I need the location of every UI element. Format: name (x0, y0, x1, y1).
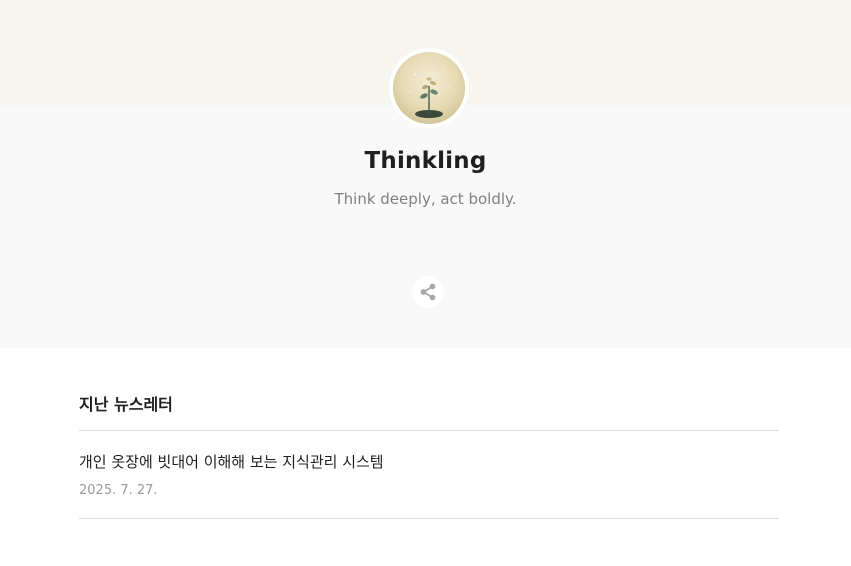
newsletter-link[interactable]: 개인 옷장에 빗대어 이해해 보는 지식관리 시스템 (79, 451, 384, 472)
share-button[interactable] (412, 276, 444, 308)
page: Thinkling Think deeply, act boldly. 지난 뉴… (0, 0, 851, 566)
avatar (389, 48, 469, 128)
sprout-icon (393, 52, 465, 124)
divider (79, 430, 779, 431)
divider (79, 518, 779, 519)
share-icon (420, 283, 436, 301)
newsletter-date: 2025. 7. 27. (79, 483, 158, 498)
section-heading: 지난 뉴스레터 (79, 395, 173, 414)
profile-header (0, 105, 851, 348)
tagline: Think deeply, act boldly. (334, 190, 517, 208)
page-title: Thinkling (364, 148, 487, 174)
